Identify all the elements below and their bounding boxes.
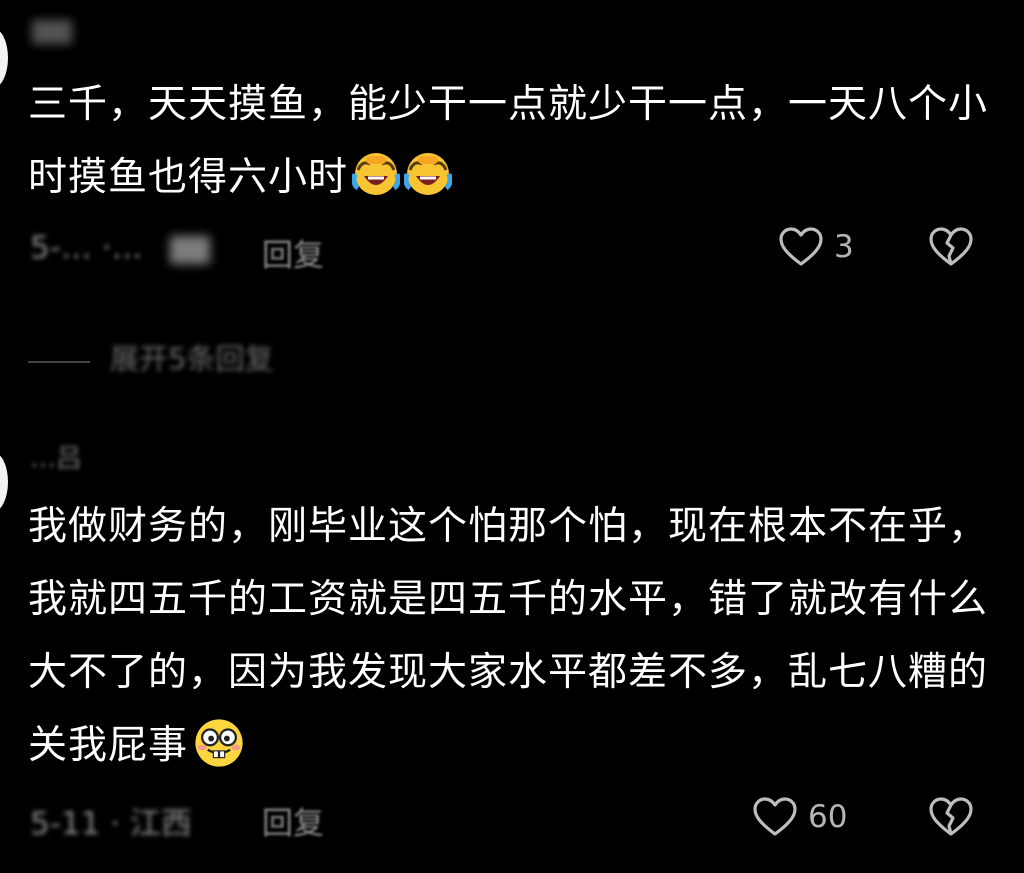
expand-replies-button[interactable]: 展开5条回复	[110, 336, 273, 378]
username[interactable]: …吕	[30, 438, 82, 475]
comment-text: 我做财务的，刚毕业这个怕那个怕，现在根本不在乎，我就四五千的工资就是四五千的水平…	[28, 490, 988, 782]
like-button[interactable]: 3	[778, 226, 854, 268]
broken-heart-icon	[929, 797, 973, 836]
comment-body: 三千，天天摸鱼，能少干一点就少干一点，一天八个小时摸鱼也得六小时	[28, 82, 989, 200]
comment-body: 我做财务的，刚毕业这个怕那个怕，现在根本不在乎，我就四五千的工资就是四五千的水平…	[28, 504, 989, 768]
rofl-emoji-icon	[352, 153, 401, 195]
like-count: 3	[834, 229, 854, 265]
reply-button[interactable]: 回复	[262, 230, 324, 275]
dislike-button[interactable]	[928, 796, 974, 842]
comment-text: 三千，天天摸鱼，能少干一点就少干一点，一天八个小时摸鱼也得六小时	[28, 68, 988, 214]
rofl-emoji-icon	[404, 153, 453, 195]
avatar[interactable]	[0, 452, 8, 512]
avatar[interactable]	[0, 28, 8, 88]
comment-date-location: 5-11 · 江西	[30, 806, 192, 842]
comment-date-location: 5-… ·…	[30, 230, 143, 266]
dislike-button[interactable]	[928, 226, 974, 272]
reply-button[interactable]: 回复	[262, 798, 324, 843]
broken-heart-icon	[929, 227, 973, 266]
buck-teeth-emoji-icon	[195, 719, 243, 767]
location-blurred	[170, 236, 210, 264]
heart-icon	[753, 797, 797, 836]
like-count: 60	[808, 799, 848, 835]
heart-icon	[779, 227, 823, 266]
like-button[interactable]: 60	[752, 796, 847, 838]
username-blurred	[32, 20, 72, 44]
expand-divider	[28, 361, 90, 363]
